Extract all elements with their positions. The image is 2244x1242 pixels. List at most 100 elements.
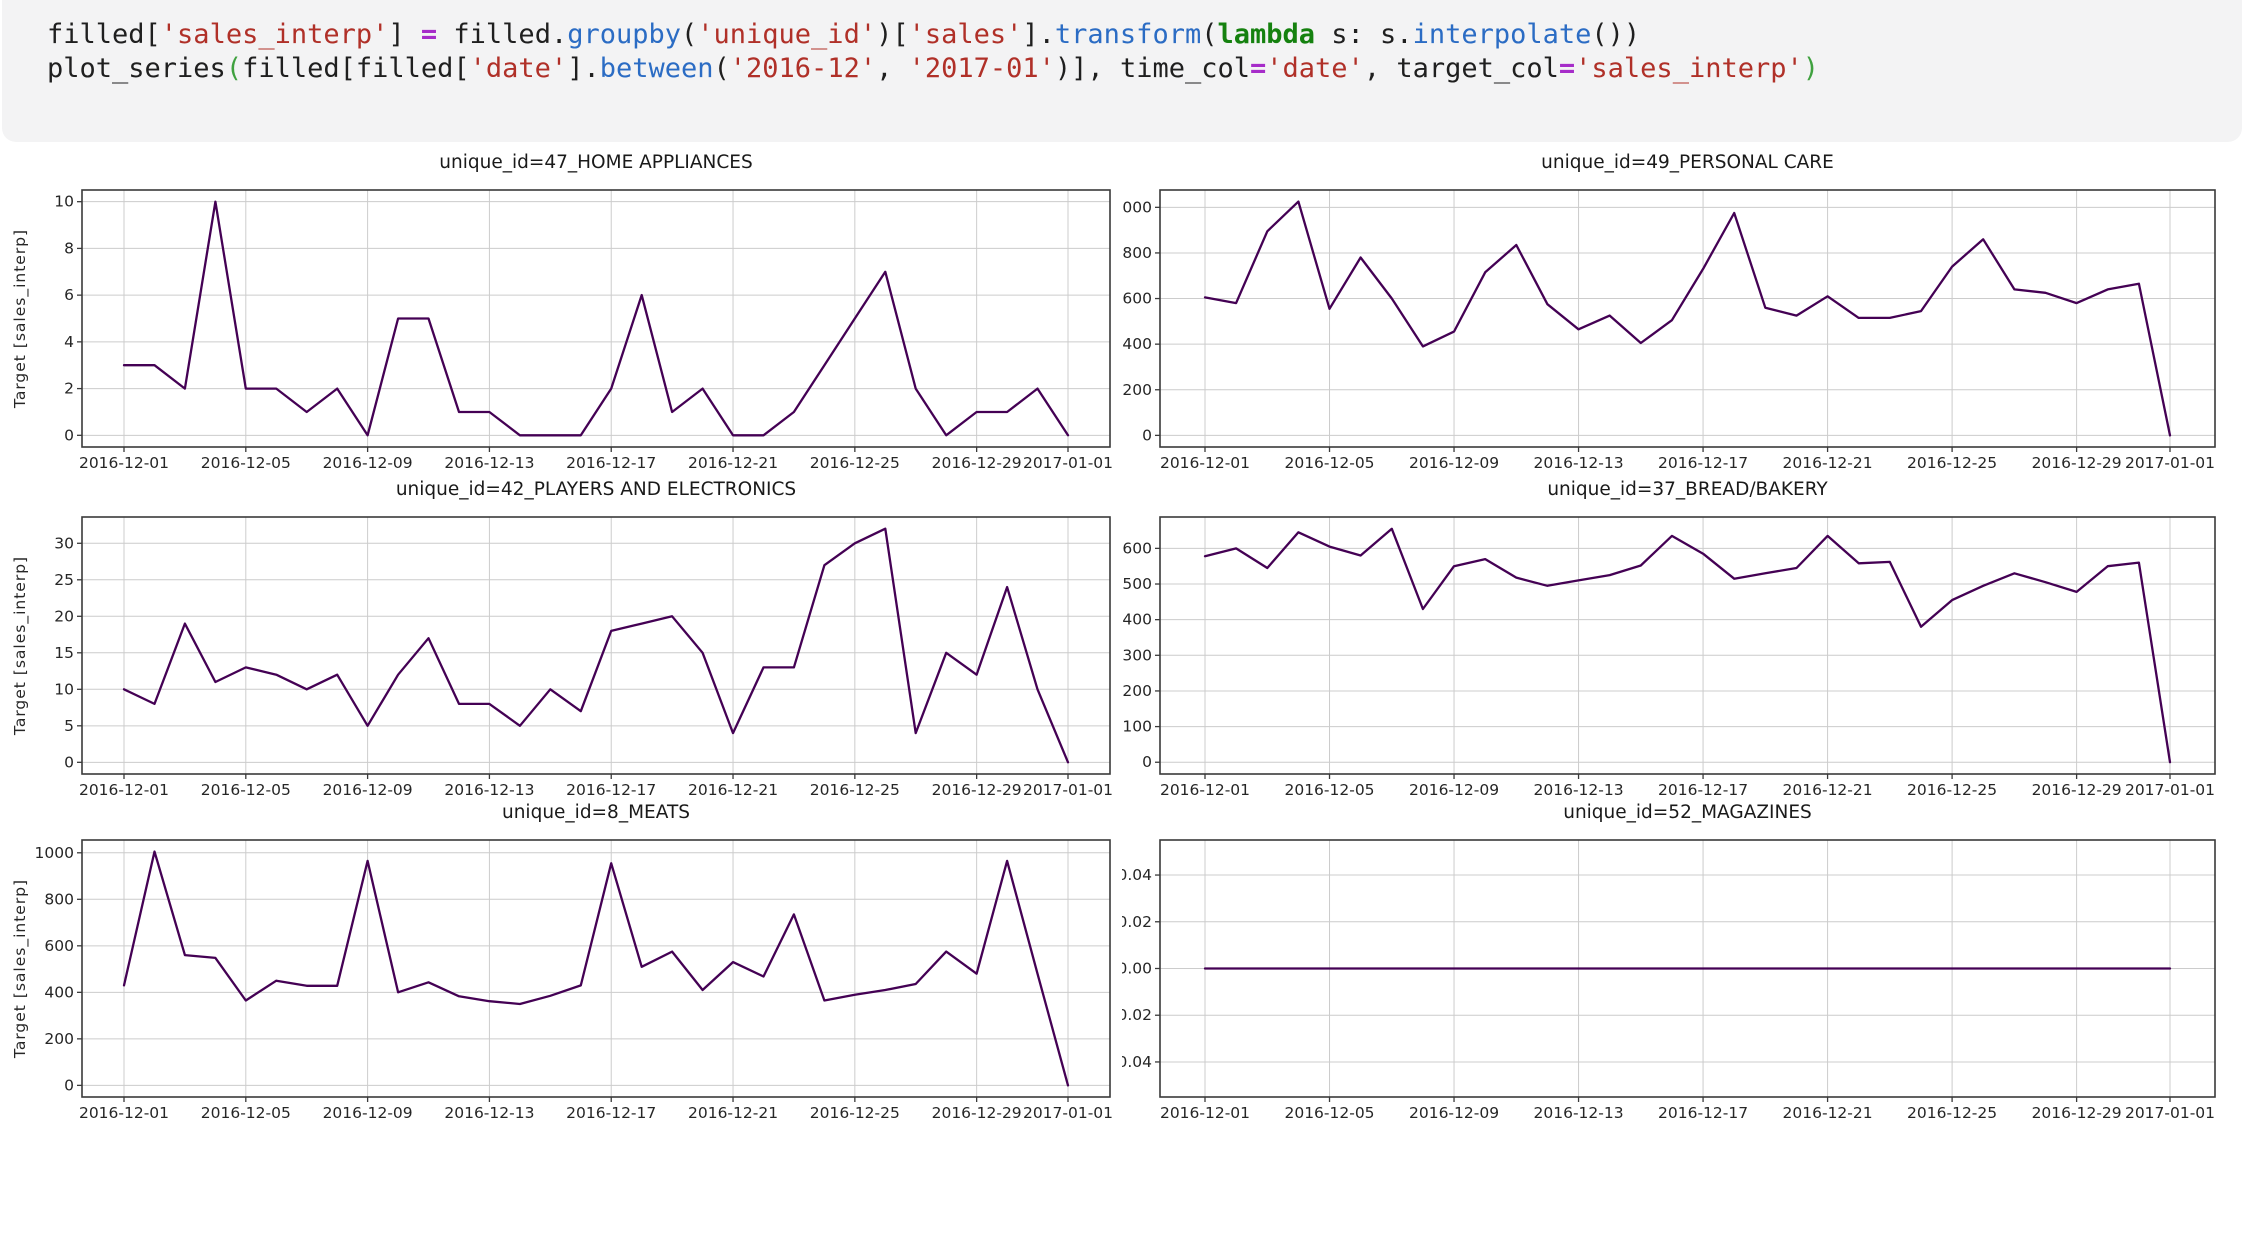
y-tick-label: 2 <box>64 380 74 398</box>
code-token-fn: transform <box>1055 19 1201 50</box>
series-line <box>124 852 1068 1086</box>
y-tick-label: 0 <box>1142 753 1152 771</box>
y-tick-label: 6 <box>64 286 74 304</box>
y-tick-label: 0 <box>64 1076 74 1094</box>
y-tick-label: 600 <box>1122 290 1152 308</box>
tick-marks <box>77 853 1068 1102</box>
subplot-8-meats: unique_id=8_MEATS 2016-12-012016-12-0520… <box>0 792 1122 1172</box>
code-token-pln: plot_series <box>47 53 226 84</box>
subplot-axes: 2016-12-012016-12-052016-12-092016-12-13… <box>1122 142 2244 482</box>
tick-marks <box>77 202 1068 452</box>
tick-marks <box>1155 875 2170 1102</box>
y-tick-label: 25 <box>54 571 74 589</box>
x-tick-label: 2016-12-29 <box>2032 1104 2122 1122</box>
x-tick-label: 2016-12-13 <box>444 1104 534 1122</box>
code-token-fn: between <box>600 53 714 84</box>
grid-lines <box>1160 517 2215 774</box>
y-tick-label: 400 <box>44 983 74 1001</box>
code-token-pln: filled[ <box>47 19 161 50</box>
x-tick-label: 2016-12-25 <box>1907 1104 1997 1122</box>
x-tick-label: 2017-01-01 <box>1023 1104 1113 1122</box>
y-tick-label: 30 <box>54 534 74 552</box>
code-token-str: 'sales' <box>909 19 1023 50</box>
y-tick-label: −0.04 <box>1122 1053 1152 1071</box>
x-tick-label: 2016-12-01 <box>79 1104 169 1122</box>
subplot-axes: 2016-12-012016-12-052016-12-092016-12-13… <box>0 142 1122 482</box>
series-line <box>1205 529 2170 762</box>
tick-marks <box>1155 548 2170 779</box>
subplot-axes: 2016-12-012016-12-052016-12-092016-12-13… <box>0 792 1122 1172</box>
subplot-52-magazines: unique_id=52_MAGAZINES 2016-12-012016-12… <box>1122 792 2244 1172</box>
x-tick-label: 2016-12-29 <box>932 1104 1022 1122</box>
code-token-str: 'unique_id' <box>697 19 876 50</box>
y-tick-label: 400 <box>1122 335 1152 353</box>
x-tick-label: 2016-12-13 <box>1534 1104 1624 1122</box>
code-token-pln: , <box>876 53 909 84</box>
y-tick-label: 5 <box>64 717 74 735</box>
y-tick-labels: 0 5 10 15 20 25 30 <box>54 534 74 771</box>
code-token-pln: ] <box>388 19 421 50</box>
y-tick-label: 800 <box>1122 244 1152 262</box>
code-token-op: = <box>1559 53 1575 84</box>
x-tick-label: 2017-01-01 <box>2125 1104 2215 1122</box>
y-tick-label: 1000 <box>1122 198 1152 216</box>
tick-marks <box>1155 207 2170 452</box>
y-tick-labels: −0.04−0.020.000.020.04 <box>1122 866 1152 1071</box>
axes-spines <box>82 840 1110 1097</box>
y-tick-label: 200 <box>1122 381 1152 399</box>
code-token-op: = <box>421 19 437 50</box>
x-tick-label: 2016-12-21 <box>688 1104 778 1122</box>
y-tick-labels: 02004006008001000 <box>35 844 74 1095</box>
code-token-pln: )[ <box>876 19 909 50</box>
y-tick-label: 15 <box>54 644 74 662</box>
subplot-axes: 2016-12-012016-12-052016-12-092016-12-13… <box>1122 792 2244 1172</box>
code-token-str: 'sales_interp' <box>161 19 389 50</box>
code-token-pln: ()) <box>1591 19 1640 50</box>
y-tick-label: 500 <box>1122 575 1152 593</box>
subplot-axes: 2016-12-012016-12-052016-12-092016-12-13… <box>1122 469 2244 809</box>
code-token-str: '2017-01' <box>909 53 1055 84</box>
code-token-pln: s: s. <box>1315 19 1413 50</box>
y-tick-label: 0.04 <box>1122 866 1152 884</box>
code-token-pln: ( <box>1201 19 1217 50</box>
code-token-str: 'sales_interp' <box>1575 53 1803 84</box>
code-token-str: '2016-12' <box>730 53 876 84</box>
x-tick-label: 2016-12-05 <box>201 1104 291 1122</box>
grid-lines <box>82 190 1110 447</box>
code-token-pln: filled. <box>437 19 567 50</box>
y-tick-label: 20 <box>54 607 74 625</box>
y-tick-label: 400 <box>1122 611 1152 629</box>
y-tick-label: 4 <box>64 333 74 351</box>
code-line-1: filled['sales_interp'] = filled.groupby(… <box>47 18 2218 52</box>
x-tick-label: 2016-12-17 <box>1658 1104 1748 1122</box>
series-line <box>124 529 1068 763</box>
x-tick-label: 2016-12-09 <box>1409 1104 1499 1122</box>
grid-lines <box>82 840 1110 1097</box>
y-axis-label: Target [sales_interp] <box>11 879 30 1059</box>
x-tick-label: 2016-12-21 <box>1783 1104 1873 1122</box>
code-token-pln: filled[filled[ <box>242 53 470 84</box>
y-tick-label: 10 <box>54 680 74 698</box>
y-tick-label: 600 <box>1122 539 1152 557</box>
code-token-str: 'date' <box>1266 53 1364 84</box>
axes-spines <box>1160 190 2215 447</box>
y-tick-label: 200 <box>44 1030 74 1048</box>
axes-spines <box>1160 517 2215 774</box>
y-tick-label: 0 <box>64 753 74 771</box>
y-tick-label: 10 <box>54 193 74 211</box>
x-tick-label: 2016-12-17 <box>566 1104 656 1122</box>
subplot-axes: 2016-12-012016-12-052016-12-092016-12-13… <box>0 469 1122 809</box>
subplot-37-bread-bakery: unique_id=37_BREAD/BAKERY 2016-12-012016… <box>1122 469 2244 809</box>
code-token-pln: ]. <box>567 53 600 84</box>
code-line-2: plot_series(filled[filled[ 'date'].betwee… <box>47 52 2218 86</box>
code-token-pln: , target_col <box>1364 53 1559 84</box>
code-cell[interactable]: filled['sales_interp'] = filled.groupby(… <box>2 0 2242 142</box>
y-axis-label: Target [sales_interp] <box>11 229 30 409</box>
y-tick-label: 0 <box>64 426 74 444</box>
y-axis-label: Target [sales_interp] <box>11 556 30 736</box>
grid-lines <box>82 517 1110 774</box>
y-tick-label: 0 <box>1142 426 1152 444</box>
code-token-br: ( <box>226 53 242 84</box>
y-tick-labels: 0100200300400500600 <box>1122 539 1152 771</box>
subplot-42-players-and-electronics: unique_id=42_PLAYERS AND ELECTRONICS 201… <box>0 469 1122 809</box>
